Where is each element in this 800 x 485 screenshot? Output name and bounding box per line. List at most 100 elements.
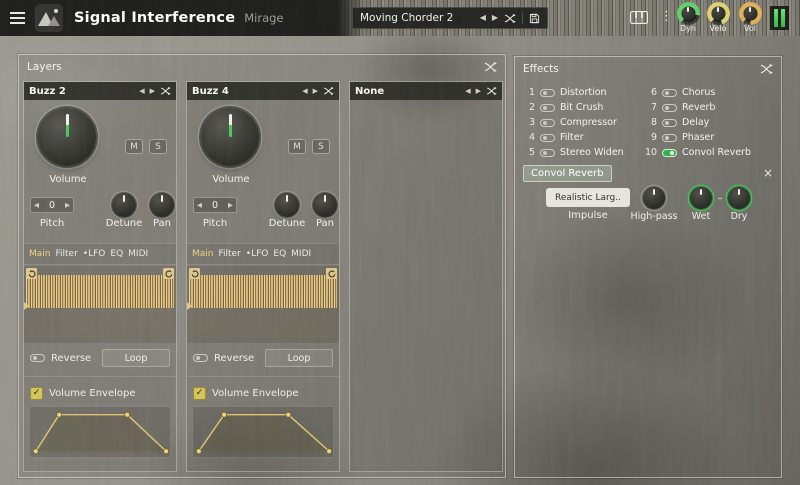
mute-button[interactable]: M [288,139,306,154]
pitch-stepper[interactable]: ◀ 0 ▶ [193,197,237,213]
effect-name: Filter [560,132,584,143]
highpass-knob[interactable] [643,187,665,209]
effect-slot[interactable]: 7 Reverb [645,100,777,115]
loop-end-marker[interactable] [163,268,174,279]
pitch-down-icon[interactable]: ◀ [197,202,202,209]
reverse-toggle[interactable] [193,354,208,362]
effect-enable-toggle[interactable] [662,149,677,157]
keyboard-icon[interactable] [630,11,648,24]
effect-slot[interactable]: 3 Compressor [523,115,643,130]
dyn-knob[interactable] [680,5,697,22]
layer-prev-icon[interactable]: ◀ [465,88,470,95]
velo-knob[interactable] [710,5,727,22]
dry-label: Dry [721,211,757,222]
tab-filter[interactable]: Filter [219,249,241,259]
preset-selector[interactable]: Moving Chorder 2 ◀ ▶ [352,7,548,29]
close-effect-icon[interactable]: × [763,167,773,179]
preset-shuffle-icon[interactable] [504,14,516,23]
solo-button[interactable]: S [149,139,167,154]
layer-prev-icon[interactable]: ◀ [302,88,307,95]
loop-end-marker[interactable] [326,268,337,279]
envelope-editor[interactable] [29,406,171,458]
effect-number: 5 [523,147,535,158]
tab-main[interactable]: Main [29,249,51,259]
layer-prev-icon[interactable]: ◀ [139,88,144,95]
layer-shuffle-icon[interactable] [160,87,171,95]
layer-next-icon[interactable]: ▶ [150,88,155,95]
layer-next-icon[interactable]: ▶ [476,88,481,95]
effect-slot[interactable]: 9 Phaser [645,130,777,145]
tab-midi[interactable]: MIDI [291,249,311,259]
selected-effect-title[interactable]: Convol Reverb [523,165,612,182]
layer-header[interactable]: Buzz 4 ◀ ▶ [187,82,339,100]
effect-name: Stereo Widen [560,147,624,158]
effect-enable-toggle[interactable] [540,119,555,127]
effect-slot[interactable]: 6 Chorus [645,85,777,100]
waveform-display[interactable] [187,266,339,344]
effect-number: 8 [645,117,657,128]
loop-start-marker[interactable] [189,268,200,279]
tab-lfo[interactable]: •LFO [246,249,269,259]
effect-enable-toggle[interactable] [662,89,677,97]
effects-shuffle-icon[interactable] [760,64,773,74]
waveform-tails [26,308,174,338]
effect-slot[interactable]: 8 Delay [645,115,777,130]
layer-volume-knob[interactable] [201,108,259,166]
effect-slot[interactable]: 4 Filter [523,130,643,145]
pan-knob[interactable] [313,193,337,217]
preset-save-icon[interactable] [529,13,540,24]
effect-enable-toggle[interactable] [540,134,555,142]
pan-knob[interactable] [150,193,174,217]
tab-midi[interactable]: MIDI [128,249,148,259]
layer-next-icon[interactable]: ▶ [313,88,318,95]
loop-mode-dropdown[interactable]: Loop [265,349,333,367]
vol-knob[interactable] [742,5,759,22]
waveform-display[interactable] [24,266,176,344]
effect-enable-toggle[interactable] [662,104,677,112]
pitch-stepper[interactable]: ◀ 0 ▶ [30,197,74,213]
tab-main[interactable]: Main [192,249,214,259]
effect-slot[interactable]: 2 Bit Crush [523,100,643,115]
layer-shuffle-icon[interactable] [486,87,497,95]
more-menu-icon[interactable]: ⋮ [660,9,673,24]
layer-header[interactable]: Buzz 2 ◀ ▶ [24,82,176,100]
pitch-down-icon[interactable]: ◀ [34,202,39,209]
detune-knob[interactable] [112,193,136,217]
preset-prev-icon[interactable]: ◀ [480,14,486,22]
effect-enable-toggle[interactable] [662,134,677,142]
pitch-value: 0 [212,200,218,211]
volume-envelope-checkbox[interactable]: ✓ [30,387,43,400]
pitch-up-icon[interactable]: ▶ [228,202,233,209]
effect-slot[interactable]: 10 Convol Reverb [645,145,777,160]
effect-slot[interactable]: 1 Distortion [523,85,643,100]
layer-volume-knob[interactable] [38,108,96,166]
envelope-editor[interactable] [192,406,334,458]
effect-enable-toggle[interactable] [540,89,555,97]
wet-knob[interactable] [690,187,712,209]
tab-filter[interactable]: Filter [56,249,78,259]
mute-button[interactable]: M [125,139,143,154]
menu-icon[interactable] [10,12,25,24]
effect-enable-toggle[interactable] [540,149,555,157]
layer-header[interactable]: None ◀ ▶ [350,82,502,100]
impulse-dropdown[interactable]: Realistic Larg.. [546,188,630,207]
pitch-up-icon[interactable]: ▶ [65,202,70,209]
layer-shuffle-icon[interactable] [323,87,334,95]
effect-enable-toggle[interactable] [540,104,555,112]
loop-mode-dropdown[interactable]: Loop [102,349,170,367]
layers-panel: Layers Buzz 2 ◀ ▶ M S Volume ◀ [18,54,506,478]
solo-button[interactable]: S [312,139,330,154]
detune-knob[interactable] [275,193,299,217]
effect-enable-toggle[interactable] [662,119,677,127]
effect-number: 10 [645,147,657,158]
preset-next-icon[interactable]: ▶ [492,14,498,22]
reverse-toggle[interactable] [30,354,45,362]
dry-knob[interactable] [728,187,750,209]
tab-eq[interactable]: EQ [273,249,286,259]
loop-start-marker[interactable] [26,268,37,279]
layers-shuffle-icon[interactable] [484,62,497,72]
effect-slot[interactable]: 5 Stereo Widen [523,145,643,160]
tab-eq[interactable]: EQ [110,249,123,259]
tab-lfo[interactable]: •LFO [83,249,106,259]
volume-envelope-checkbox[interactable]: ✓ [193,387,206,400]
